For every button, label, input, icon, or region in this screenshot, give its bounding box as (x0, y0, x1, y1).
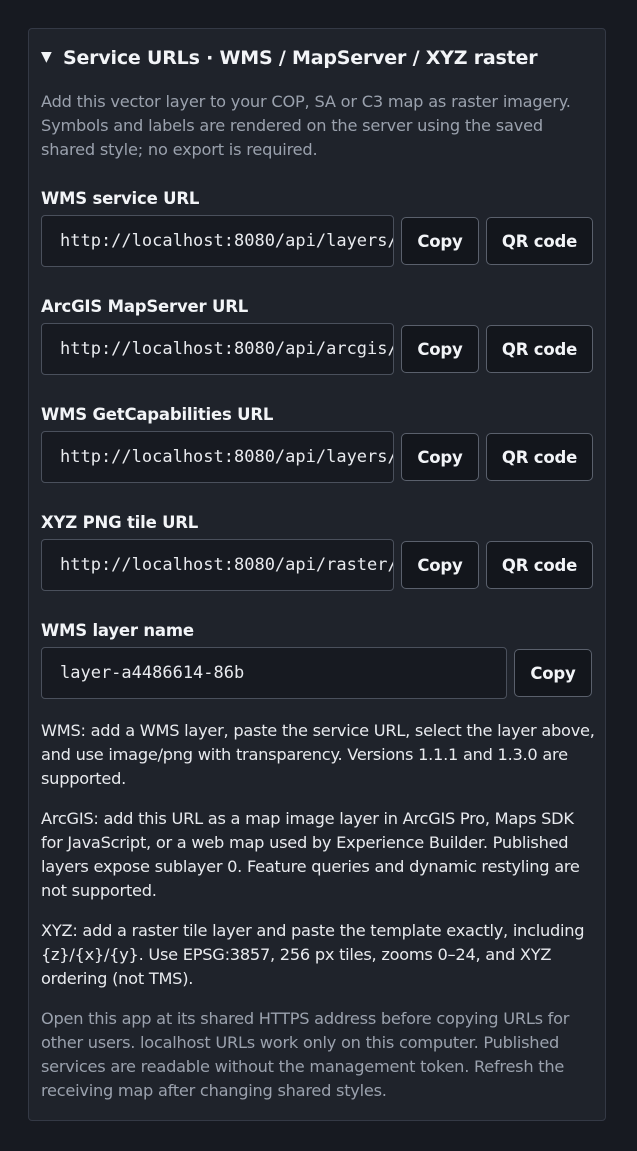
field-arcgis-mapserver-url: ArcGIS MapServer URL http://localhost:80… (41, 295, 594, 375)
field-label: WMS GetCapabilities URL (41, 405, 274, 424)
wms-service-url-input[interactable]: http://localhost:8080/api/layers/ (41, 215, 394, 267)
note-arcgis: ArcGIS: add this URL as a map image laye… (41, 809, 580, 900)
qr-code-button[interactable]: QR code (486, 433, 593, 481)
wms-layer-name-input[interactable]: layer-a4486614-86b (41, 647, 507, 699)
wms-getcapabilities-url-input[interactable]: http://localhost:8080/api/layers/ (41, 431, 394, 483)
field-label: ArcGIS MapServer URL (41, 297, 249, 316)
qr-code-button[interactable]: QR code (486, 541, 593, 589)
arcgis-mapserver-url-input[interactable]: http://localhost:8080/api/arcgis/ (41, 323, 394, 375)
note-footer: Open this app at its shared HTTPS addres… (41, 1009, 570, 1100)
field-wms-service-url: WMS service URL http://localhost:8080/ap… (41, 187, 594, 267)
field-wms-layer-name: WMS layer name layer-a4486614-86b Copy (41, 619, 594, 699)
xyz-tile-url-input[interactable]: http://localhost:8080/api/raster/ (41, 539, 394, 591)
field-xyz-tile-url: XYZ PNG tile URL http://localhost:8080/a… (41, 511, 594, 591)
copy-button[interactable]: Copy (401, 325, 479, 373)
field-label: WMS service URL (41, 189, 200, 208)
field-wms-getcapabilities-url: WMS GetCapabilities URL http://localhost… (41, 403, 594, 483)
qr-code-button[interactable]: QR code (486, 217, 593, 265)
field-label: XYZ PNG tile URL (41, 513, 199, 532)
section-title: Service URLs · WMS / MapServer / XYZ ras… (63, 46, 538, 69)
note-xyz: XYZ: add a raster tile layer and paste t… (41, 921, 585, 988)
copy-button[interactable]: Copy (401, 217, 479, 265)
field-label: WMS layer name (41, 621, 194, 640)
service-urls-panel: ▼ Service URLs · WMS / MapServer / XYZ r… (28, 28, 606, 1121)
usage-notes: WMS: add a WMS layer, paste the service … (41, 719, 596, 1119)
note-wms: WMS: add a WMS layer, paste the service … (41, 721, 595, 788)
copy-button[interactable]: Copy (514, 649, 592, 697)
triangle-down-icon: ▼ (41, 48, 52, 65)
copy-button[interactable]: Copy (401, 541, 479, 589)
section-toggle[interactable]: ▼ Service URLs · WMS / MapServer / XYZ r… (41, 29, 593, 86)
copy-button[interactable]: Copy (401, 433, 479, 481)
qr-code-button[interactable]: QR code (486, 325, 593, 373)
section-intro: Add this vector layer to your COP, SA or… (41, 92, 571, 159)
